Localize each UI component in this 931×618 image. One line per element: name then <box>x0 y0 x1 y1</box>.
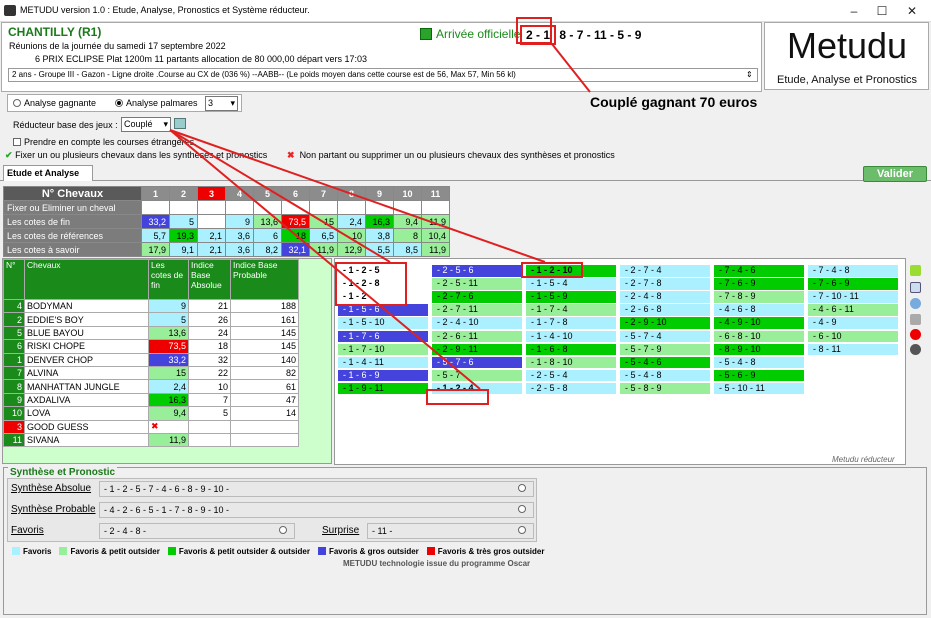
arrow-line <box>551 43 591 93</box>
arrow-line <box>169 129 481 390</box>
annotation-arrows <box>169 43 591 390</box>
